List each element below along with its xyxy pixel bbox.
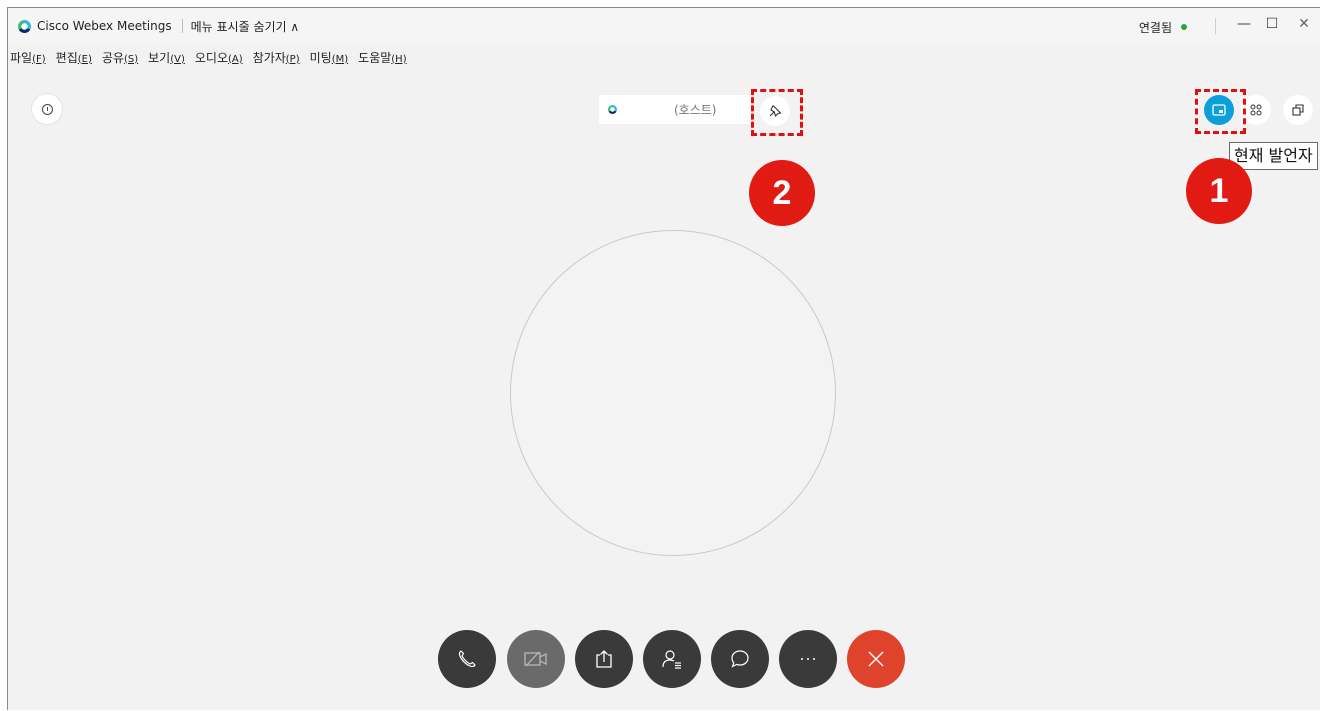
connection-status: 연결됨 — [1138, 21, 1172, 35]
app-title: Cisco Webex Meetings — [37, 19, 172, 33]
menu-share[interactable]: 공유(S) — [102, 49, 138, 66]
webex-window: Cisco Webex Meetings 메뉴 표시줄 숨기기 ∧ 연결됨 — … — [7, 7, 1320, 710]
layout-tooltip: 현재 발언자 — [1229, 142, 1318, 170]
menu-help[interactable]: 도움말(H) — [358, 49, 406, 66]
popout-view-button[interactable] — [1283, 95, 1313, 125]
title-bar: Cisco Webex Meetings 메뉴 표시줄 숨기기 ∧ 연결됨 — … — [8, 8, 1320, 44]
chat-button[interactable] — [711, 630, 769, 688]
webex-logo-icon — [18, 19, 31, 33]
close-icon — [868, 651, 884, 667]
menu-bar: 파일(F) 편집(E) 공유(S) 보기(V) 오디오(A) 참가자(P) 미팅… — [8, 46, 417, 68]
leave-meeting-button[interactable] — [847, 630, 905, 688]
menu-file[interactable]: 파일(F) — [10, 49, 46, 66]
connection-dot-icon — [1181, 24, 1187, 30]
active-speaker-label: (호스트) — [599, 95, 751, 124]
info-icon — [41, 103, 53, 115]
menu-participants[interactable]: 참가자(P) — [253, 49, 300, 66]
grid-icon — [1250, 104, 1262, 116]
share-button[interactable] — [575, 630, 633, 688]
speaker-role: (호스트) — [674, 103, 717, 117]
menu-toggle-button[interactable]: 메뉴 표시줄 숨기기 ∧ — [191, 18, 300, 35]
annotation-badge-2: 2 — [749, 160, 815, 226]
webex-logo-icon — [608, 105, 617, 114]
title-separator — [181, 19, 183, 33]
menu-view[interactable]: 보기(V) — [148, 49, 185, 66]
phone-icon — [458, 650, 476, 668]
speaker-avatar — [510, 230, 836, 556]
close-window-button[interactable]: ✕ — [1294, 16, 1314, 32]
audio-button[interactable] — [438, 630, 496, 688]
popout-icon — [1292, 104, 1304, 116]
menu-meeting[interactable]: 미팅(M) — [310, 49, 349, 66]
more-icon — [801, 658, 815, 660]
speaker-name — [617, 103, 672, 117]
video-button[interactable] — [507, 630, 565, 688]
meeting-info-button[interactable] — [32, 94, 62, 124]
annotation-box-2 — [751, 89, 803, 136]
video-off-icon — [524, 651, 547, 667]
participants-button[interactable] — [643, 630, 701, 688]
menu-edit[interactable]: 편집(E) — [56, 49, 92, 66]
annotation-badge-1: 1 — [1186, 158, 1252, 224]
titlebar-separator — [1215, 18, 1216, 34]
annotation-box-1 — [1195, 89, 1246, 134]
share-icon — [596, 650, 612, 668]
participants-icon — [662, 650, 681, 669]
more-options-button[interactable] — [779, 630, 837, 688]
chat-icon — [731, 650, 749, 668]
minimize-button[interactable]: — — [1234, 16, 1254, 32]
maximize-button[interactable]: ☐ — [1262, 16, 1282, 32]
menu-audio[interactable]: 오디오(A) — [195, 49, 243, 66]
